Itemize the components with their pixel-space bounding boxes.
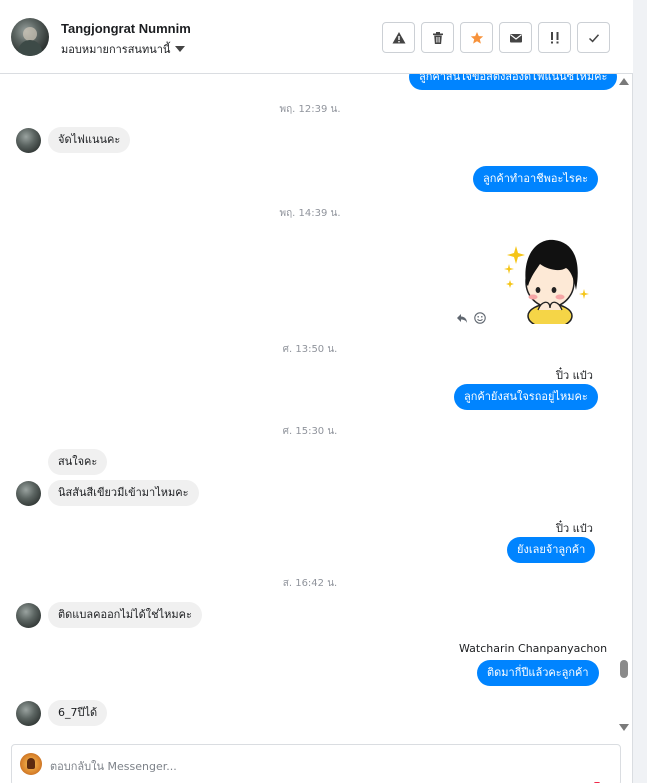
contact-name[interactable]: Tangjongrat Numnim (61, 21, 191, 36)
assign-label: มอบหมายการสนทนานี้ (61, 43, 171, 56)
star-button[interactable] (460, 22, 493, 53)
message-outgoing: ลูกค้าทำอาชีพอะไรคะ (473, 166, 599, 192)
sender-name: Watcharin Chanpanyachon (459, 642, 608, 655)
timestamp: ส. 16:42 น. (282, 578, 338, 589)
message-outgoing: ติดมากี่ปีแล้วคะลูกค้า (477, 660, 599, 686)
message-incoming: ติดแบลคออกไม่ได้ใช่ไหมคะ (48, 602, 202, 628)
conversation-header: Tangjongrat Numnim มอบหมายการสนทนานี้ (0, 0, 633, 74)
scroll-down-icon[interactable] (619, 724, 629, 731)
star-icon (470, 31, 483, 44)
message-outgoing: ยังเลยจ้าลูกค้า (507, 537, 596, 563)
timestamp: ศ. 13:50 น. (282, 344, 338, 355)
follow-up-button[interactable] (538, 22, 571, 53)
contact-avatar-small (16, 128, 41, 153)
sender-name: ปิ๋ว แป๋ว (556, 369, 593, 382)
message-scrollbar[interactable] (619, 74, 631, 739)
reply-icon[interactable] (456, 312, 468, 324)
scroll-up-icon[interactable] (619, 78, 629, 85)
follow-up-icon (550, 31, 558, 43)
message-incoming: นิสสันสีเขียวมีเข้ามาไหมคะ (48, 480, 199, 506)
emoji-react-icon[interactable] (474, 312, 486, 324)
message-list[interactable]: ลูกค้าสนใจข้อสีตั้งสองดีไฟแนนซ์ไหมคะ พฤ.… (0, 74, 620, 739)
envelope-icon (509, 33, 522, 42)
mark-done-button[interactable] (577, 22, 610, 53)
page-avatar (20, 753, 42, 775)
warning-icon (392, 31, 405, 43)
side-gutter (633, 0, 647, 783)
message-incoming: 6_7ปีได้ (48, 700, 108, 726)
sticker-girl-image (504, 239, 589, 324)
scrollbar-thumb[interactable] (620, 660, 628, 678)
timestamp: พฤ. 12:39 น. (279, 104, 341, 115)
message-outgoing: ลูกค้ายังสนใจรถอยู่ไหมคะ (454, 384, 598, 410)
reply-input[interactable] (50, 757, 590, 775)
reply-composer (11, 744, 621, 783)
message-incoming: สนใจคะ (48, 449, 108, 475)
assign-conversation-dropdown[interactable]: มอบหมายการสนทนานี้ (61, 40, 186, 58)
mark-spam-button[interactable] (382, 22, 415, 53)
timestamp: พฤ. 14:39 น. (279, 208, 341, 219)
contact-avatar-small (16, 701, 41, 726)
message-incoming: จัดไฟแนนคะ (48, 127, 131, 153)
mark-unread-button[interactable] (499, 22, 532, 53)
sender-name: ปิ๋ว แป๋ว (556, 522, 593, 535)
contact-avatar[interactable] (11, 18, 49, 56)
message-actions (456, 312, 486, 324)
trash-icon (432, 31, 443, 44)
message-outgoing: ลูกค้าสนใจข้อสีตั้งสองดีไฟแนนซ์ไหมคะ (409, 74, 618, 90)
conversation-panel: Tangjongrat Numnim มอบหมายการสนทนานี้ ลู… (0, 0, 633, 783)
contact-avatar-small (16, 603, 41, 628)
delete-button[interactable] (421, 22, 454, 53)
caret-down-icon (175, 46, 186, 52)
timestamp: ศ. 15:30 น. (282, 426, 338, 437)
contact-avatar-small (16, 481, 41, 506)
toolbar (382, 22, 610, 53)
check-icon (588, 33, 599, 42)
